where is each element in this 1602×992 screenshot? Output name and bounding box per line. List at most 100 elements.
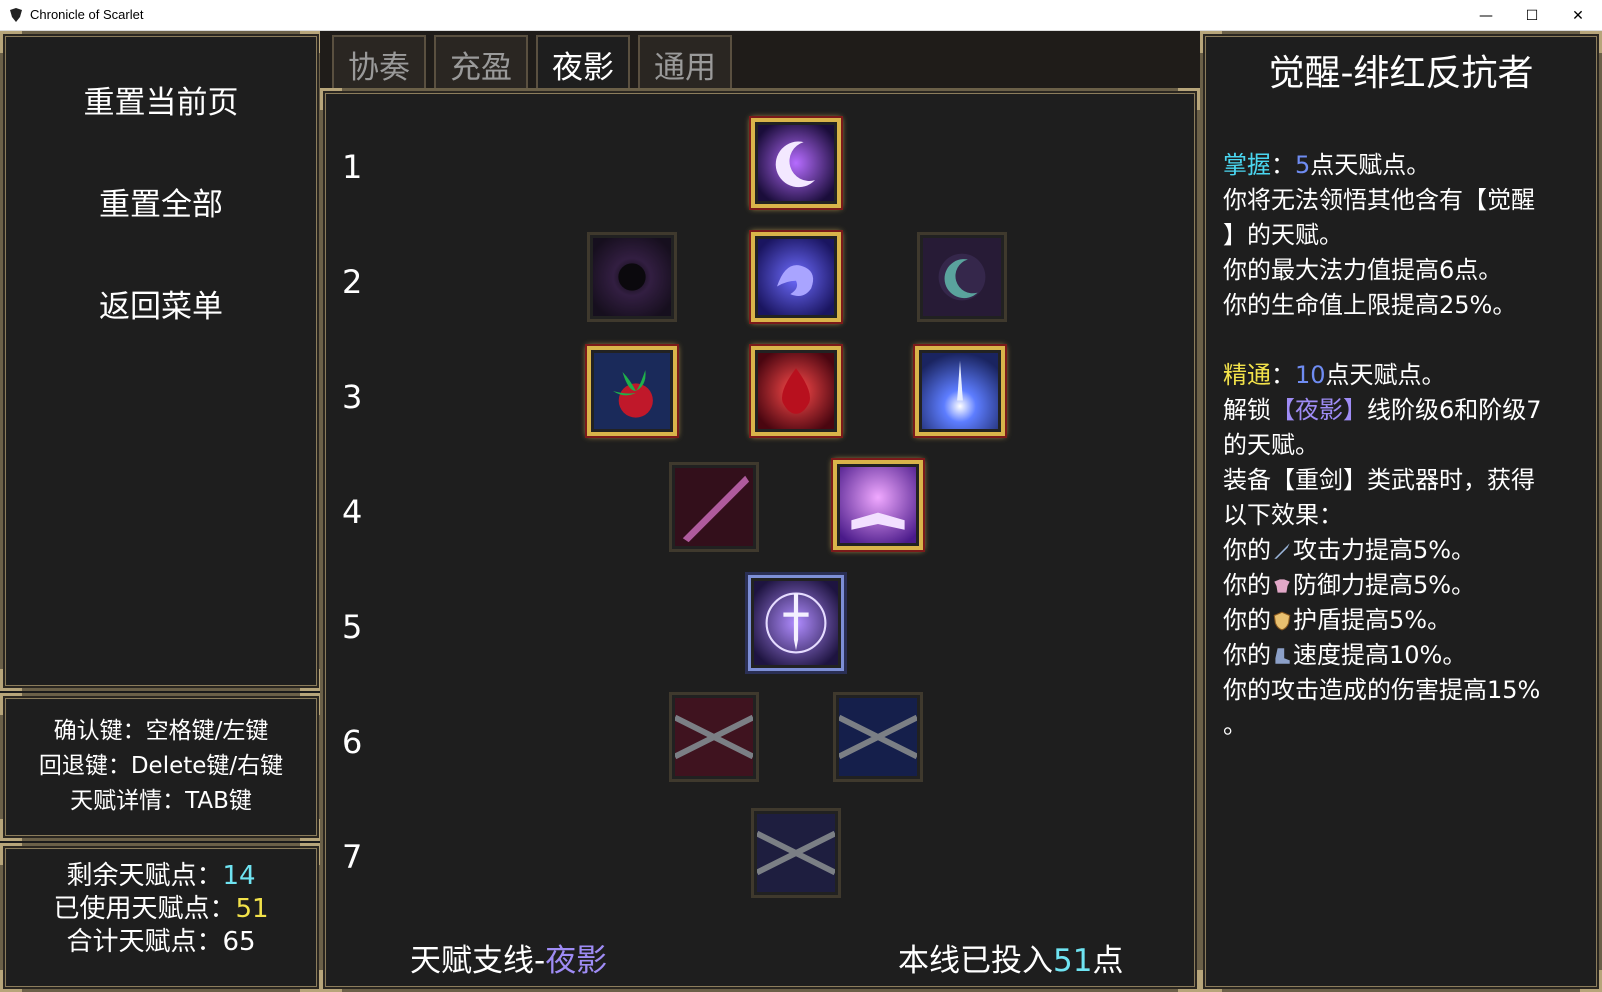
close-button[interactable]: ✕ (1555, 0, 1601, 31)
mastery-line: 掌握：5点天赋点。 (1223, 148, 1583, 183)
attack-bonus: 你的 攻击力提高5%。 (1223, 533, 1583, 568)
expert-label: 精通 (1223, 361, 1271, 389)
used-points-value: 51 (235, 894, 269, 924)
talent-node-teal-moon[interactable] (917, 232, 1007, 322)
tab-chongying[interactable]: 充盈 (434, 35, 528, 91)
controls-help-panel: 确认键：空格键/左键 回退键：Delete键/右键 天赋详情：TAB键 (0, 693, 322, 841)
mastery-colon: ： (1271, 151, 1295, 179)
talent-node-crimson-slash[interactable] (669, 462, 759, 552)
talent-node-locked-blue-storm[interactable] (833, 692, 923, 782)
invested-points-label: 本线已投入51点 (898, 935, 1123, 980)
branch-name: 夜影 (545, 943, 608, 979)
defense-text: 防御力提高5%。 (1293, 571, 1476, 599)
total-points: 合计天赋点：65 (3, 921, 319, 958)
talent-node-crescent-moon[interactable] (751, 118, 841, 208)
row-number-1: 1 (342, 148, 363, 186)
unlock-suffix: 线阶级6和阶级7 (1367, 396, 1542, 424)
window-titlebar: Chronicle of Scarlet — ☐ ✕ (0, 0, 1602, 31)
total-points-label: 合计天赋点： (66, 927, 223, 957)
expert-line: 精通：10点天赋点。 (1223, 358, 1583, 393)
mastery-points: 5 (1295, 151, 1311, 179)
talent-node-locked-starfall[interactable] (751, 808, 841, 898)
expert-suffix: 点天赋点。 (1325, 361, 1446, 389)
used-points: 已使用天赋点：51 (3, 888, 319, 925)
talent-points-panel: 剩余天赋点：14 已使用天赋点：51 合计天赋点：65 (0, 843, 322, 992)
mastery-suffix: 点天赋点。 (1310, 151, 1431, 179)
talent-node-blue-sword-burst[interactable] (915, 346, 1005, 436)
talent-node-locked-crimson-gate[interactable] (669, 692, 759, 782)
speed-bonus: 你的 速度提高10%。 (1223, 638, 1583, 673)
shield-prefix: 你的 (1223, 606, 1271, 634)
mastery-effect-1b: 】的天赋。 (1223, 221, 1343, 249)
reset-page-button[interactable]: 重置当前页 (3, 77, 319, 122)
shield-bonus: 你的 护盾提高5%。 (1223, 603, 1583, 638)
speed-prefix: 你的 (1223, 641, 1271, 669)
mastery-effect-1: 你将无法领悟其他含有【觉醒 (1223, 186, 1535, 214)
remaining-points-label: 剩余天赋点： (66, 861, 223, 891)
row-number-6: 6 (342, 723, 363, 761)
minimize-button[interactable]: — (1463, 0, 1509, 31)
shield-icon (1273, 611, 1291, 631)
branch-label-prefix: 天赋支线- (410, 943, 546, 979)
back-key-hint: 回退键：Delete键/右键 (38, 753, 284, 779)
dark-vortex-icon (593, 238, 671, 316)
equip-line-1: 装备【重剑】类武器时，获得 (1223, 466, 1535, 494)
back-to-menu-button[interactable]: 返回菜单 (3, 281, 319, 326)
talent-title: 觉醒-绯红反抗者 (1268, 53, 1534, 94)
remaining-points-value: 14 (222, 861, 256, 891)
row-number-2: 2 (342, 263, 363, 301)
attack-text: 攻击力提高5%。 (1293, 536, 1476, 564)
defense-prefix: 你的 (1223, 571, 1271, 599)
talent-node-crimson-leaves[interactable] (587, 346, 677, 436)
defense-bonus: 你的 防御力提高5%。 (1223, 568, 1583, 603)
talent-node-awakening-crimson-rebel[interactable] (748, 575, 844, 671)
crimson-rebel-sword-icon (754, 581, 838, 665)
confirm-key-hint: 确认键：空格键/左键 (53, 718, 269, 744)
reset-all-button[interactable]: 重置全部 (3, 179, 319, 224)
arcane-tome-icon (840, 467, 916, 543)
tab-yeying[interactable]: 夜影 (536, 35, 630, 91)
blue-sword-burst-icon (922, 353, 998, 429)
branch-label: 天赋支线-夜影 (410, 935, 607, 980)
row-number-5: 5 (342, 608, 363, 646)
crimson-slash-icon (675, 468, 753, 546)
expert-colon: ： (1271, 361, 1295, 389)
sword-icon (1274, 543, 1290, 559)
used-points-label: 已使用天赋点： (53, 894, 236, 924)
damage-bonus: 你的攻击造成的伤害提高15% (1223, 676, 1541, 704)
locked-blue-storm-icon (839, 698, 917, 776)
row-number-4: 4 (342, 493, 363, 531)
crimson-leaves-icon (594, 353, 670, 429)
total-points-value: 65 (222, 927, 256, 957)
speed-text: 速度提高10%。 (1293, 641, 1467, 669)
talent-node-dark-vortex[interactable] (587, 232, 677, 322)
mastery-effect-2: 你的最大法力值提高6点。 (1223, 256, 1503, 284)
maximize-button[interactable]: ☐ (1509, 0, 1555, 31)
talent-node-blood-drop[interactable] (751, 346, 841, 436)
crescent-moon-icon (758, 125, 834, 201)
tab-tongyong[interactable]: 通用 (638, 35, 732, 91)
remaining-points: 剩余天赋点：14 (3, 855, 319, 892)
unlock-prefix: 解锁 (1223, 396, 1271, 424)
armor-icon (1274, 579, 1290, 593)
teal-moon-icon (923, 238, 1001, 316)
locked-starfall-icon (757, 814, 835, 892)
attack-prefix: 你的 (1223, 536, 1271, 564)
boots-icon (1275, 648, 1290, 664)
talent-node-shadow-flame[interactable] (751, 232, 841, 322)
invested-suffix: 点 (1092, 943, 1124, 979)
shadow-flame-icon (758, 239, 834, 315)
row-number-7: 7 (342, 838, 363, 876)
unlock-line-2: 的天赋。 (1223, 431, 1319, 459)
details-key-hint: 天赋详情：TAB键 (70, 788, 252, 814)
talent-node-arcane-tome[interactable] (833, 460, 923, 550)
tab-xiezou[interactable]: 协奏 (332, 35, 426, 91)
locked-crimson-gate-icon (675, 698, 753, 776)
mastery-effect-3: 你的生命值上限提高25%。 (1223, 291, 1517, 319)
blood-drop-icon (758, 353, 834, 429)
damage-bonus-end: 。 (1223, 711, 1247, 739)
left-menu-panel: 重置当前页 重置全部 返回菜单 (0, 31, 322, 691)
invested-value: 51 (1053, 943, 1093, 979)
shield-text: 护盾提高5%。 (1293, 606, 1452, 634)
row-number-3: 3 (342, 378, 363, 416)
